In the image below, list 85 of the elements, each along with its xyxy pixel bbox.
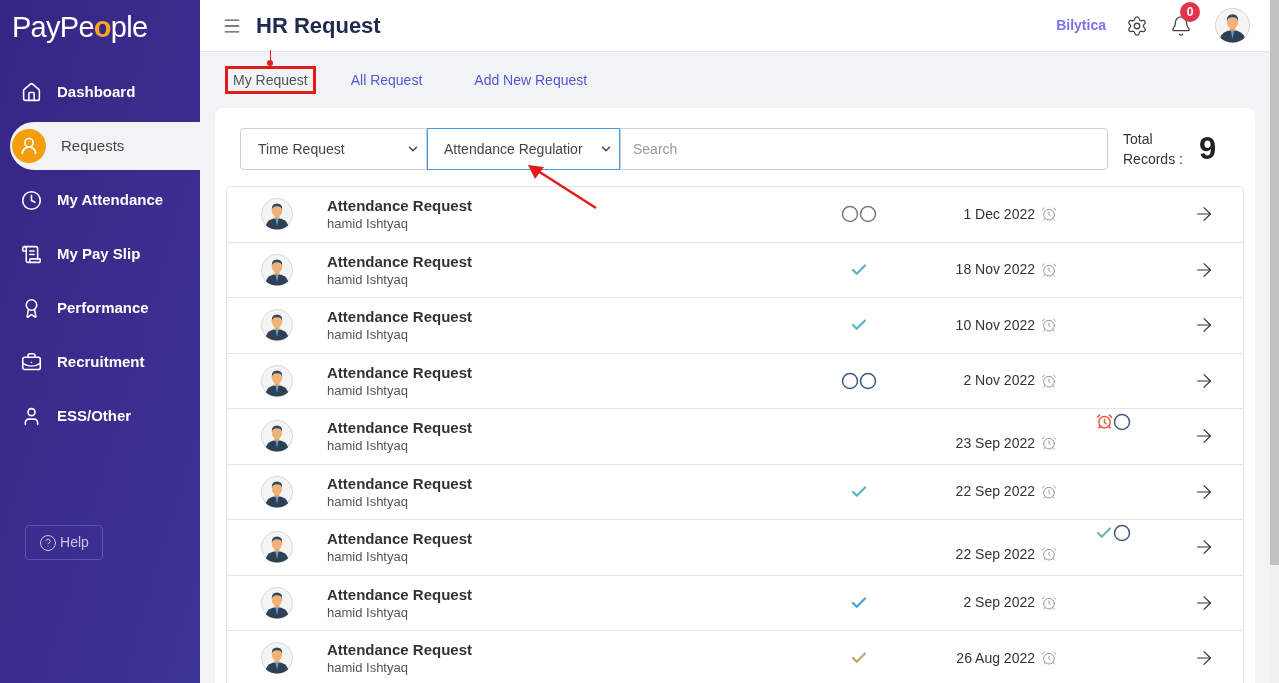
request-date: 1 Dec 2022 xyxy=(963,204,1035,224)
requester-name: hamid Ishtyaq xyxy=(327,270,409,288)
alarm-clock-icon xyxy=(1041,594,1057,611)
avatar xyxy=(1215,8,1250,43)
request-date: 2 Sep 2022 xyxy=(963,593,1035,613)
category-select[interactable]: Attendance Regulatior xyxy=(427,128,620,170)
alarm-clock-icon xyxy=(1041,206,1057,223)
total-records-count: 9 xyxy=(1199,129,1217,168)
bell-icon[interactable] xyxy=(1170,14,1192,37)
briefcase-icon xyxy=(21,351,42,373)
alarm-clock-icon xyxy=(1041,650,1057,667)
avatar xyxy=(261,420,293,453)
request-title: Attendance Request xyxy=(327,529,474,549)
company-link[interactable]: Bilytica xyxy=(1056,15,1106,36)
search-field[interactable]: Search xyxy=(620,128,1108,170)
requester-name: hamid Ishtyaq xyxy=(327,215,409,233)
avatar xyxy=(261,309,293,342)
requester-name: hamid Ishtyaq xyxy=(327,603,409,621)
sidebar-item[interactable]: Recruitment xyxy=(0,338,200,386)
help-icon xyxy=(39,533,58,552)
request-title: Attendance Request xyxy=(327,584,474,604)
request-row[interactable]: Attendance Request hamid Ishtyaq 2 Nov 2022 xyxy=(227,353,1243,409)
tab[interactable]: My Request xyxy=(225,66,316,94)
tab[interactable]: Add New Request xyxy=(469,66,593,94)
avatar xyxy=(261,253,293,286)
request-date: 22 Sep 2022 xyxy=(955,482,1035,502)
settings-icon[interactable] xyxy=(1126,14,1148,37)
avatar xyxy=(261,475,293,508)
requester-name: hamid Ishtyaq xyxy=(327,381,409,399)
request-title: Attendance Request xyxy=(327,362,474,382)
request-date: 22 Sep 2022 xyxy=(955,544,1035,564)
requester-name: hamid Ishtyaq xyxy=(327,437,409,455)
type-select[interactable]: Time Request xyxy=(240,128,427,170)
avatar xyxy=(261,198,293,231)
alarm-clock-icon xyxy=(1041,261,1057,278)
sidebar-item[interactable]: My Pay Slip xyxy=(0,230,200,278)
sidebar-item[interactable]: Requests xyxy=(10,122,200,170)
request-date: 10 Nov 2022 xyxy=(955,315,1035,335)
request-title: Attendance Request xyxy=(327,473,474,493)
total-records-label: Total Records : xyxy=(1123,130,1184,169)
alarm-clock-icon xyxy=(1041,435,1057,452)
tab[interactable]: All Request xyxy=(345,66,428,94)
request-row[interactable]: Attendance Request hamid Ishtyaq 22 Sep 2022 xyxy=(227,520,1243,576)
sidebar-item[interactable]: My Attendance xyxy=(0,176,200,224)
alarm-clock-icon xyxy=(1041,317,1057,334)
page-title: HR Request xyxy=(256,12,381,40)
scrollbar[interactable] xyxy=(1270,0,1279,683)
avatar xyxy=(261,642,293,675)
sidebar-item[interactable]: Dashboard xyxy=(0,68,200,116)
requester-name: hamid Ishtyaq xyxy=(327,492,409,510)
sidebar-item[interactable]: ESS/Other xyxy=(0,392,200,440)
request-row[interactable]: Attendance Request hamid Ishtyaq 23 Sep 2022 xyxy=(227,409,1243,465)
request-date: 18 Nov 2022 xyxy=(955,260,1035,280)
request-title: Attendance Request xyxy=(327,418,474,438)
document-icon xyxy=(21,243,42,265)
requester-name: hamid Ishtyaq xyxy=(327,326,409,344)
request-row[interactable]: Attendance Request hamid Ishtyaq 10 Nov 2022 xyxy=(227,298,1243,354)
request-row[interactable]: Attendance Request hamid Ishtyaq 18 Nov 2022 xyxy=(227,242,1243,298)
request-title: Attendance Request xyxy=(327,196,474,216)
annotation-marker xyxy=(267,50,274,66)
request-row[interactable]: Attendance Request hamid Ishtyaq 1 Dec 2022 xyxy=(227,187,1243,243)
request-title: Attendance Request xyxy=(327,307,474,327)
help-button[interactable]: Help xyxy=(25,525,103,560)
requester-name: hamid Ishtyaq xyxy=(327,659,409,677)
request-date: 23 Sep 2022 xyxy=(955,433,1035,453)
request-row[interactable]: Attendance Request hamid Ishtyaq 2 Sep 2022 xyxy=(227,575,1243,631)
request-date: 2 Nov 2022 xyxy=(963,371,1035,391)
house-icon xyxy=(21,81,42,103)
alarm-clock-icon xyxy=(1041,372,1057,389)
avatar xyxy=(261,364,293,397)
request-row[interactable]: Attendance Request hamid Ishtyaq 22 Sep 2022 xyxy=(227,464,1243,520)
request-title: Attendance Request xyxy=(327,251,474,271)
notification-badge: 0 xyxy=(1180,1,1200,22)
request-title: Attendance Request xyxy=(327,640,474,660)
avatar xyxy=(261,531,293,564)
request-row[interactable]: Attendance Request hamid Ishtyaq 26 Aug 2022 xyxy=(227,631,1243,683)
alarm-clock-icon xyxy=(1041,483,1057,500)
avatar xyxy=(261,586,293,619)
logo: PayPeople xyxy=(11,10,149,45)
person-icon xyxy=(12,129,46,163)
request-date: 26 Aug 2022 xyxy=(956,648,1035,668)
sidebar-item[interactable]: Performance xyxy=(0,284,200,332)
requester-name: hamid Ishtyaq xyxy=(327,548,409,566)
alarm-clock-icon xyxy=(1041,546,1057,563)
clock-icon xyxy=(21,189,42,211)
